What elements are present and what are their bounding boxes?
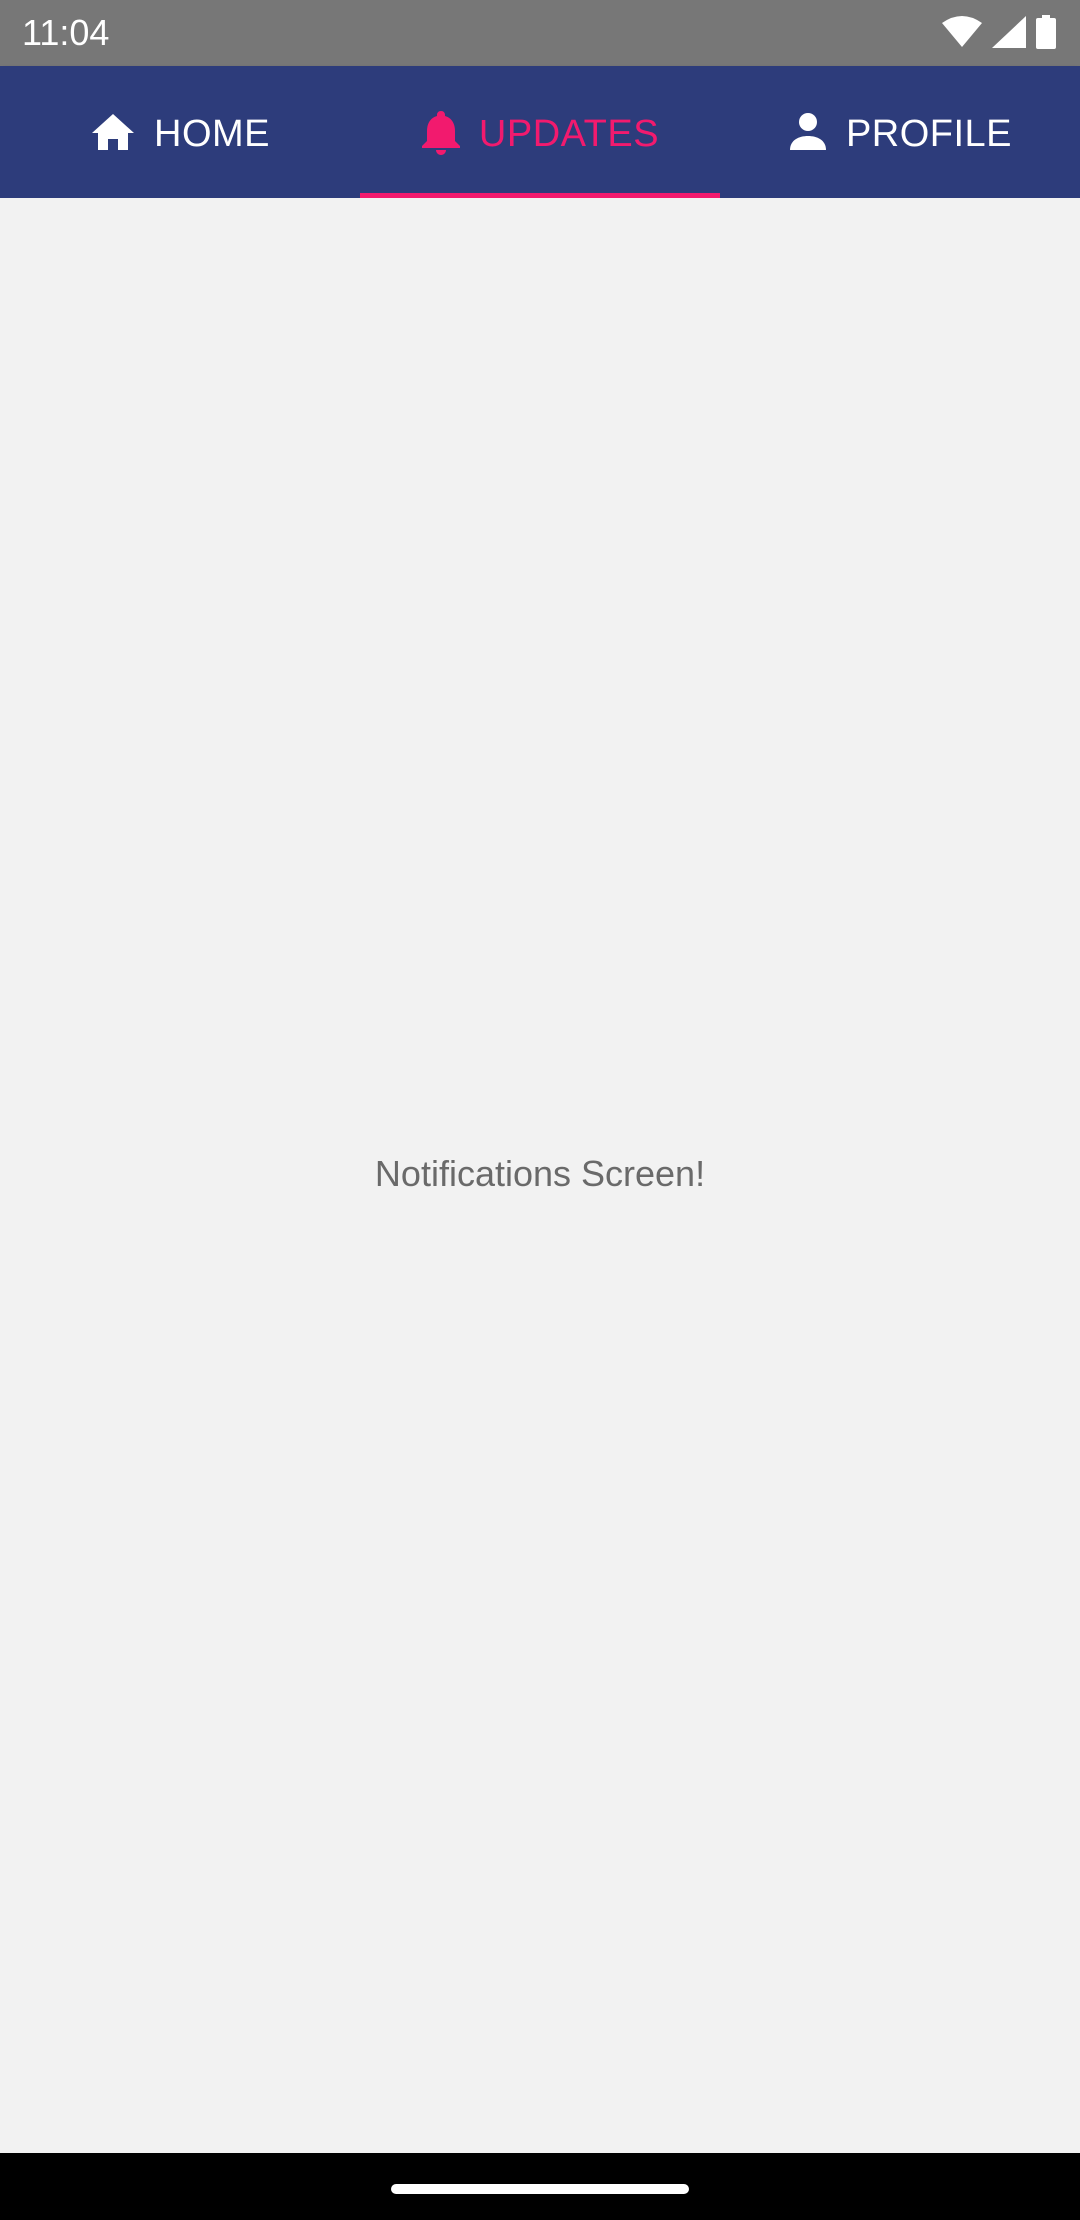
tab-updates-label: UPDATES (478, 112, 660, 155)
home-icon (90, 112, 136, 152)
tab-home[interactable]: HOME (0, 66, 360, 198)
battery-icon (1036, 15, 1056, 49)
screen-message: Notifications Screen! (374, 1153, 706, 1194)
tab-profile-label: PROFILE (845, 112, 1013, 155)
notifications-screen: Notifications Screen! (0, 198, 1080, 2153)
tab-updates[interactable]: UPDATES (360, 66, 720, 198)
person-icon (788, 112, 828, 152)
tab-home-label: HOME (154, 112, 270, 155)
tab-profile[interactable]: PROFILE (720, 66, 1080, 198)
wifi-icon (942, 16, 982, 48)
status-time: 11:04 (22, 12, 110, 53)
signal-icon (992, 16, 1026, 48)
tab-bar: HOME UPDATES PROFILE (0, 66, 1080, 198)
bell-icon (421, 109, 461, 155)
system-navigation-bar (0, 2153, 1080, 2220)
status-icons (942, 14, 1056, 50)
home-gesture-handle[interactable] (391, 2184, 689, 2194)
status-bar: 11:04 (0, 0, 1080, 66)
